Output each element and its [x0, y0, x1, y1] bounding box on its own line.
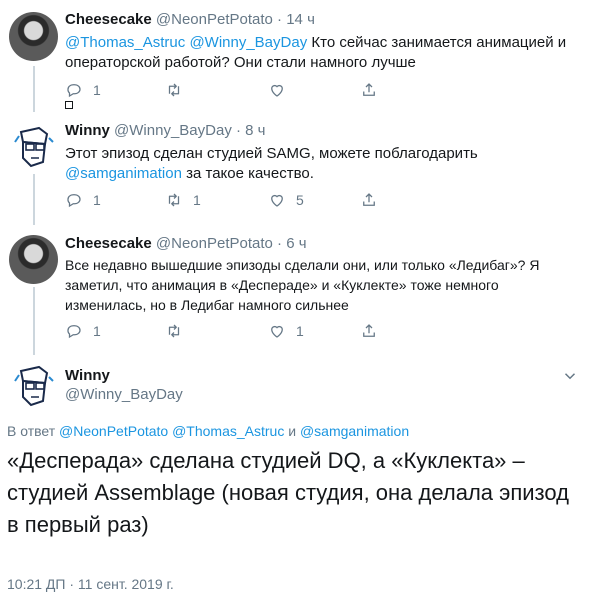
like-button[interactable]: [268, 80, 296, 100]
tweet-text: Все недавно вышедшие эпизоды сделали они…: [65, 257, 540, 313]
mention-link[interactable]: @samganimation: [65, 165, 182, 182]
tweet-body: Этот эпизод сделан студией SAMG, можете …: [65, 145, 478, 162]
show-thread-marker: [65, 101, 73, 109]
user-name[interactable]: Winny: [65, 367, 183, 384]
separator: ·: [277, 235, 283, 252]
reply-button[interactable]: 1: [65, 80, 101, 100]
user-name[interactable]: Winny: [65, 122, 110, 139]
like-icon: [271, 325, 283, 338]
like-icon: [271, 194, 283, 207]
reply-count: 1: [93, 323, 101, 339]
like-count: 1: [296, 323, 304, 339]
reply-button[interactable]: 1: [65, 190, 101, 210]
user-name[interactable]: Cheesecake: [65, 235, 152, 252]
retweet-button[interactable]: 1: [165, 190, 201, 210]
reply-prefix: В ответ: [7, 423, 60, 439]
thread-line: [33, 66, 35, 112]
tweet-time[interactable]: 8 ч: [245, 122, 265, 139]
user-handle[interactable]: @Winny_BayDay: [114, 122, 232, 139]
reply-icon: [67, 84, 81, 98]
tweet-header: Winny @Winny_BayDay · 8 ч: [65, 122, 266, 139]
user-name[interactable]: Cheesecake: [65, 11, 152, 28]
tweet-2[interactable]: Winny @Winny_BayDay · 8 ч Этот эпизод сд…: [0, 112, 593, 225]
tweet-actions: 1 1: [65, 321, 385, 341]
tweet-time[interactable]: 14 ч: [286, 11, 315, 28]
share-button[interactable]: [360, 321, 378, 341]
chevron-down-icon: [564, 373, 576, 380]
main-tweet: Winny @Winny_BayDay В ответ @NeonPetPota…: [0, 355, 593, 600]
user-handle[interactable]: @Winny_BayDay: [65, 386, 183, 403]
tweet-header: Cheesecake @NeonPetPotato · 14 ч: [65, 11, 315, 28]
thread-line: [33, 174, 35, 225]
avatar[interactable]: [9, 122, 58, 171]
reply-icon: [67, 194, 81, 208]
share-icon: [363, 83, 375, 96]
avatar[interactable]: [9, 235, 58, 284]
tweet-header: Cheesecake @NeonPetPotato · 6 ч: [65, 235, 307, 252]
tweet-body: за такое качество.: [181, 165, 314, 182]
avatar[interactable]: [9, 361, 58, 410]
reply-and: и: [284, 423, 300, 439]
mention-link[interactable]: @Thomas_Astruc: [172, 423, 284, 439]
mention-link[interactable]: @NeonPetPotato: [59, 423, 168, 439]
reply-icon: [67, 325, 81, 339]
tweet-timestamp[interactable]: 10:21 ДП · 11 сент. 2019 г.: [7, 576, 174, 592]
retweet-button[interactable]: [165, 80, 193, 100]
tweet-time[interactable]: 6 ч: [286, 235, 306, 252]
tweet-3[interactable]: Cheesecake @NeonPetPotato · 6 ч Все неда…: [0, 225, 593, 355]
reply-button[interactable]: 1: [65, 321, 101, 341]
tweet-text: @Thomas_Astruc @Winny_BayDay Кто сейчас …: [65, 33, 570, 73]
more-options-button[interactable]: [561, 367, 579, 385]
separator: ·: [236, 122, 241, 139]
retweet-icon: [168, 324, 180, 338]
separator: ·: [277, 11, 283, 28]
thread-line: [33, 287, 35, 355]
retweet-button[interactable]: [165, 321, 193, 341]
share-button[interactable]: [360, 190, 378, 210]
reply-count: 1: [93, 192, 101, 208]
main-tweet-text: «Десперада» сделана студией DQ, а «Кукле…: [7, 448, 569, 537]
share-icon: [363, 324, 375, 337]
retweet-count: 1: [193, 192, 201, 208]
share-button[interactable]: [360, 80, 378, 100]
user-handle[interactable]: @NeonPetPotato: [156, 11, 273, 28]
like-button[interactable]: 1: [268, 321, 304, 341]
user-handle[interactable]: @NeonPetPotato: [156, 235, 273, 252]
like-icon: [271, 84, 283, 97]
avatar[interactable]: [9, 12, 58, 61]
like-count: 5: [296, 192, 304, 208]
tweet-actions: 1 1 5: [65, 190, 385, 210]
share-icon: [363, 193, 375, 206]
tweet-header: Winny @Winny_BayDay: [65, 367, 183, 403]
reply-context: В ответ @NeonPetPotato @Thomas_Astruc и …: [7, 423, 409, 439]
tweet-text: Этот эпизод сделан студией SAMG, можете …: [65, 144, 570, 184]
retweet-icon: [168, 193, 180, 207]
reply-count: 1: [93, 82, 101, 98]
tweet-1[interactable]: Cheesecake @NeonPetPotato · 14 ч @Thomas…: [0, 0, 593, 112]
like-button[interactable]: 5: [268, 190, 304, 210]
mention-link[interactable]: @Winny_BayDay: [189, 34, 307, 51]
retweet-icon: [168, 83, 180, 97]
mention-link[interactable]: @samganimation: [300, 423, 409, 439]
tweet-actions: 1: [65, 80, 385, 100]
mention-link[interactable]: @Thomas_Astruc: [65, 34, 185, 51]
